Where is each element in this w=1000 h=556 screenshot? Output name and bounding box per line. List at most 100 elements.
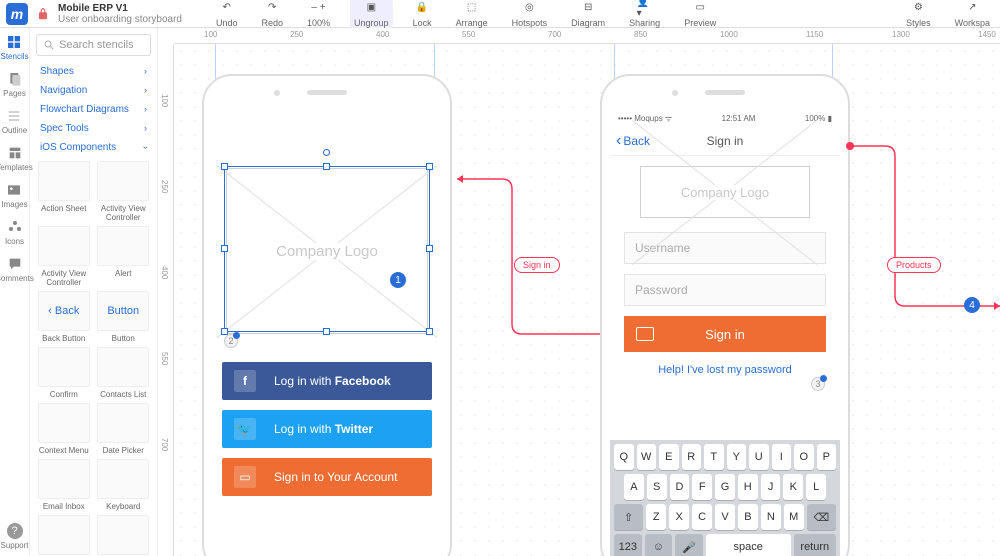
key-h[interactable]: H [738,474,758,500]
key-e[interactable]: E [659,444,679,470]
key-q[interactable]: Q [614,444,634,470]
mockup-screen-2[interactable]: ••••• Moqups ᯤ 12:51 AM 100% ▮ ‹Back Sig… [600,74,850,556]
key-m[interactable]: M [784,504,804,530]
hotspot-signin[interactable]: Sign in [514,257,560,273]
rail-pages[interactable]: Pages [3,71,26,98]
lost-password-link[interactable]: Help! I've lost my password [610,364,840,376]
stencil-item[interactable]: Context Menu [36,403,92,455]
rail-templates[interactable]: Templates [0,145,33,172]
key-t[interactable]: T [704,444,724,470]
stencil-item[interactable]: Email Inbox [36,459,92,511]
undo-button[interactable]: ↶Undo [212,0,242,30]
rail-outline[interactable]: Outline [2,108,27,135]
rail-stencils[interactable]: Stencils [0,34,28,61]
rotate-handle[interactable] [323,149,330,156]
stencil-item[interactable]: Activity View Controller [36,226,92,287]
key-l[interactable]: L [806,474,826,500]
hotspot-products[interactable]: Products [887,257,941,273]
hotspots-button[interactable]: ◎Hotspots [508,0,552,30]
diagram-button[interactable]: ⊟Diagram [567,0,609,30]
mic-key[interactable]: 🎤 [675,534,703,556]
stencil-item[interactable]: Confirm [36,347,92,399]
key-o[interactable]: O [794,444,814,470]
lock-button[interactable]: 🔒Lock [409,0,436,30]
login-twitter-button[interactable]: 🐦Log in with Twitter [222,410,432,448]
stencil-item[interactable]: Loading View [36,515,92,556]
canvas[interactable]: Company Logo fLog in with Facebook 🐦Log … [174,44,1000,556]
resize-handle[interactable] [323,328,330,335]
signin-account-button[interactable]: ▭Sign in to Your Account [222,458,432,496]
redo-button[interactable]: ↷Redo [257,0,287,30]
key-g[interactable]: G [715,474,735,500]
zoom-button[interactable]: – +100% [303,0,334,30]
search-input[interactable]: Search stencils [36,34,151,56]
key-c[interactable]: C [692,504,712,530]
numbers-key[interactable]: 123 [614,534,642,556]
shift-key[interactable]: ⇧ [614,504,643,530]
stencil-item[interactable]: Date Picker [96,403,152,455]
styles-button[interactable]: ⚙Styles [902,0,935,30]
resize-handle[interactable] [426,163,433,170]
sharing-button[interactable]: 👤▾Sharing [625,0,664,30]
space-key[interactable]: space [706,534,791,556]
rail-images[interactable]: Images [1,182,27,209]
password-input[interactable]: Password [624,274,826,306]
stencil-item[interactable]: Activity View Controller [96,161,152,222]
key-v[interactable]: V [715,504,735,530]
login-facebook-button[interactable]: fLog in with Facebook [222,362,432,400]
resize-handle[interactable] [426,245,433,252]
stencil-item[interactable]: Alert [96,226,152,287]
key-f[interactable]: F [692,474,712,500]
key-z[interactable]: Z [646,504,666,530]
stencil-item[interactable]: Contacts List [96,347,152,399]
key-n[interactable]: N [761,504,781,530]
key-j[interactable]: J [761,474,781,500]
emoji-key[interactable]: ☺ [645,534,673,556]
return-key[interactable]: return [794,534,836,556]
cat-spec-tools[interactable]: Spec Tools› [30,119,157,138]
key-y[interactable]: Y [727,444,747,470]
key-u[interactable]: U [749,444,769,470]
annotation-badge-4[interactable]: 4 [964,297,980,313]
key-p[interactable]: P [817,444,837,470]
resize-handle[interactable] [221,245,228,252]
cat-navigation[interactable]: Navigation› [30,81,157,100]
stencil-item[interactable]: ButtonButton [96,291,152,343]
ruler-vertical[interactable]: 100250400550700 [158,44,174,556]
key-k[interactable]: K [783,474,803,500]
stencil-item[interactable]: Keyboard [96,459,152,511]
key-i[interactable]: I [772,444,792,470]
rail-comments[interactable]: Comments [0,256,34,283]
ungroup-button[interactable]: ▣Ungroup [350,0,393,30]
rail-icons[interactable]: Icons [5,219,24,246]
resize-handle[interactable] [323,163,330,170]
preview-button[interactable]: ▭Preview [680,0,720,30]
key-a[interactable]: A [624,474,644,500]
key-b[interactable]: B [738,504,758,530]
page-number-badge[interactable]: 3 [811,377,825,391]
resize-handle[interactable] [221,163,228,170]
key-s[interactable]: S [647,474,667,500]
stencil-item[interactable]: Compose [96,515,152,556]
cat-ios[interactable]: iOS Components› [30,138,157,157]
stencil-item[interactable]: ‹ BackBack Button [36,291,92,343]
ruler-horizontal[interactable]: 1002504005507008501000115013001450 [174,28,1000,44]
flow-origin-dot[interactable] [846,142,854,150]
stencil-item[interactable]: Action Sheet [36,161,92,222]
key-d[interactable]: D [670,474,690,500]
page-number-badge[interactable]: 2 [224,334,238,348]
key-x[interactable]: X [669,504,689,530]
key-r[interactable]: R [682,444,702,470]
cat-shapes[interactable]: Shapes› [30,62,157,81]
resize-handle[interactable] [426,328,433,335]
company-logo-placeholder[interactable]: Company Logo [640,166,810,218]
cat-flowchart[interactable]: Flowchart Diagrams› [30,100,157,119]
arrange-button[interactable]: ⬚Arrange [452,0,492,30]
signin-button[interactable]: Sign in [624,316,826,352]
annotation-badge-1[interactable]: 1 [390,272,406,288]
project-info[interactable]: Mobile ERP V1 User onboarding storyboard [58,3,182,25]
app-logo[interactable]: m [6,3,28,25]
key-w[interactable]: W [637,444,657,470]
workspace-button[interactable]: ↗Workspa [951,0,994,30]
backspace-key[interactable]: ⌫ [807,504,836,530]
